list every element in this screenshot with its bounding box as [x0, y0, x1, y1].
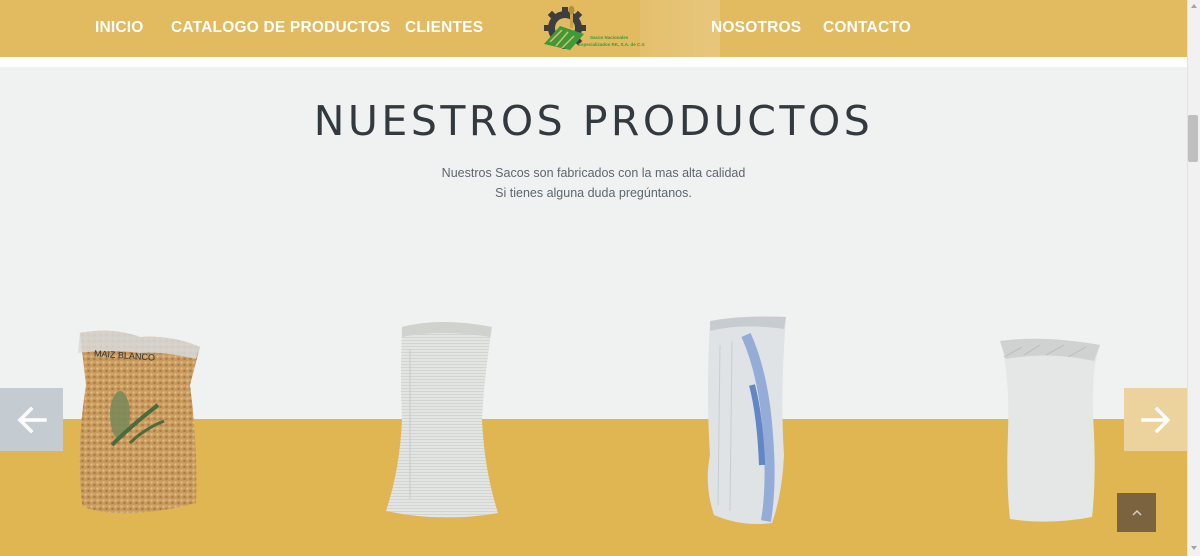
gear-wheat-logo-icon: Sacos Nacionales Especializados RK, S.A.… [544, 6, 645, 50]
logo-text-1: Sacos Nacionales [590, 35, 629, 40]
header-decoration [640, 0, 720, 57]
scrollbar-thumb[interactable] [1188, 115, 1198, 162]
section-subtitle-2: Si tienes alguna duda pregúntanos. [495, 186, 692, 200]
white-woven-sack-icon [386, 322, 498, 518]
page-scrollbar[interactable] [1187, 0, 1200, 556]
site-logo[interactable]: Sacos Nacionales Especializados RK, S.A.… [540, 4, 652, 54]
site-header: INICIO CATALOGO DE PRODUCTOS CLIENTES Sa… [0, 0, 1187, 57]
chevron-up-icon [1131, 509, 1142, 516]
section-title: NUESTROS PRODUCTOS [313, 97, 874, 145]
section-subtitle-1: Nuestros Sacos son fabricados con la mas… [441, 166, 746, 180]
nav-catalogo[interactable]: CATALOGO DE PRODUCTOS [171, 19, 390, 37]
scroll-to-top-button[interactable] [1117, 493, 1156, 532]
scroll-down-arrow[interactable] [1191, 546, 1197, 550]
scroll-up-arrow[interactable] [1191, 4, 1197, 8]
products-section: NUESTROS PRODUCTOS Nuestros Sacos son fa… [0, 67, 1187, 556]
carousel-next-button[interactable] [1124, 388, 1187, 451]
nav-contacto[interactable]: CONTACTO [823, 19, 911, 37]
product-saco-blanco[interactable] [380, 319, 505, 526]
nav-nosotros[interactable]: NOSOTROS [711, 19, 801, 37]
arrow-right-icon [1140, 406, 1170, 433]
header-divider [0, 57, 1187, 67]
arrow-left-icon [17, 406, 47, 433]
nav-clientes[interactable]: CLIENTES [405, 19, 483, 37]
white-filled-sack-icon [1000, 338, 1100, 522]
grain-sack-icon: MAIZ BLANCO [78, 330, 200, 514]
transparent-woven-sack-icon [707, 316, 786, 524]
logo-text-2: Especializados RK, S.A. de C.V. [578, 42, 645, 47]
carousel-prev-button[interactable] [0, 388, 63, 451]
product-saco-transparente[interactable] [702, 315, 792, 532]
product-saco-relleno[interactable] [994, 333, 1104, 528]
product-maiz-blanco[interactable]: MAIZ BLANCO [72, 325, 207, 520]
nav-inicio[interactable]: INICIO [95, 19, 144, 37]
